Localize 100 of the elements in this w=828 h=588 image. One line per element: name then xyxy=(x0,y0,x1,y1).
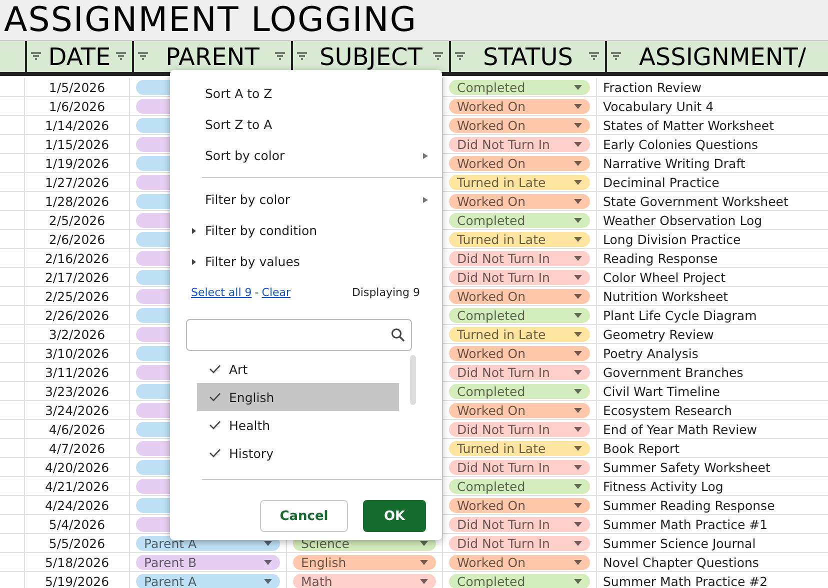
filter-icon[interactable] xyxy=(589,52,599,60)
separator-text: - xyxy=(254,286,259,298)
assignment-cell: State Government Worksheet xyxy=(603,194,788,208)
parent-chip[interactable]: Parent B xyxy=(136,554,280,570)
caret-icon xyxy=(574,274,582,280)
status-chip[interactable]: Did Not Turn In xyxy=(449,536,590,550)
caret-icon xyxy=(264,560,272,564)
date-cell: 5/5/2026 xyxy=(48,536,106,550)
menu-item[interactable]: Filter by condition xyxy=(170,215,442,246)
menu-item[interactable]: Filter by color xyxy=(170,184,442,215)
status-chip[interactable]: Completed xyxy=(449,212,590,228)
date-cell: 1/14/2026 xyxy=(44,118,110,132)
submenu-arrow-icon xyxy=(423,152,428,160)
filter-icon[interactable] xyxy=(138,52,148,60)
filter-icon[interactable] xyxy=(611,52,621,60)
assignment-cell: Novel Chapter Questions xyxy=(603,554,759,570)
cancel-button[interactable]: Cancel xyxy=(260,500,348,532)
caret-icon xyxy=(574,122,582,128)
caret-icon xyxy=(574,540,582,546)
assignment-cell: Deciminal Practice xyxy=(603,174,720,190)
status-chip[interactable]: Completed xyxy=(449,384,590,398)
status-chip[interactable]: Did Not Turn In xyxy=(449,364,590,380)
filter-value-item[interactable]: History xyxy=(197,439,399,467)
date-cell: 5/18/2026 xyxy=(44,554,110,570)
ok-button[interactable]: OK xyxy=(363,500,426,532)
subject-chip[interactable]: English xyxy=(293,554,436,570)
status-chip[interactable]: Did Not Turn In xyxy=(449,136,590,152)
status-chip[interactable]: Worked On xyxy=(449,402,590,418)
status-chip[interactable]: Worked On xyxy=(449,498,590,512)
filter-icon[interactable] xyxy=(275,52,285,60)
date-cell: 3/10/2026 xyxy=(44,346,110,360)
status-chip[interactable]: Worked On xyxy=(449,156,590,170)
caret-icon xyxy=(574,332,582,336)
assignment-cell: Long Division Practice xyxy=(603,232,741,246)
assignment-cell: Summer Reading Response xyxy=(603,498,775,512)
filter-icon[interactable] xyxy=(433,52,443,60)
caret-icon xyxy=(574,426,582,432)
parent-chip[interactable]: Parent A xyxy=(136,574,280,588)
date-cell: 5/4/2026 xyxy=(48,516,106,532)
filter-icon[interactable] xyxy=(297,52,307,60)
assignment-cell: Weather Observation Log xyxy=(603,212,762,228)
search-field[interactable] xyxy=(186,319,412,351)
caret-icon xyxy=(574,236,582,242)
date-cell: 2/6/2026 xyxy=(48,232,106,246)
scrollbar[interactable] xyxy=(410,355,416,405)
expand-icon xyxy=(192,258,197,266)
status-chip[interactable]: Completed xyxy=(449,80,590,94)
filter-value-item[interactable]: Health xyxy=(197,411,399,439)
date-cell: 4/20/2026 xyxy=(44,460,110,474)
assignment-cell: Vocabulary Unit 4 xyxy=(603,98,714,114)
menu-item[interactable]: Sort A to Z xyxy=(170,78,442,109)
assignment-cell: Summer Math Practice #1 xyxy=(603,516,768,532)
caret-icon xyxy=(574,484,582,488)
status-chip[interactable]: Turned in Late xyxy=(449,174,590,190)
status-chip[interactable]: Turned in Late xyxy=(449,326,590,342)
caret-icon xyxy=(574,160,582,166)
caret-icon xyxy=(574,256,582,260)
caret-icon xyxy=(420,560,428,564)
status-chip[interactable]: Worked On xyxy=(449,194,590,208)
status-chip[interactable]: Completed xyxy=(449,478,590,494)
filter-value-item[interactable]: English xyxy=(197,383,399,411)
date-cell: 2/17/2026 xyxy=(44,270,110,284)
assignment-cell: Summer Math Practice #2 xyxy=(603,574,768,588)
filter-value-item[interactable]: Art xyxy=(197,355,399,383)
status-chip[interactable]: Did Not Turn In xyxy=(449,516,590,532)
status-chip[interactable]: Did Not Turn In xyxy=(449,460,590,474)
caret-icon xyxy=(574,502,582,508)
select-all-link[interactable]: Select all 9 xyxy=(191,286,252,298)
filter-icon[interactable] xyxy=(455,52,465,60)
assignment-cell: Fraction Review xyxy=(603,80,702,94)
submenu-arrow-icon xyxy=(423,196,428,204)
menu-item[interactable]: Sort Z to A xyxy=(170,109,442,140)
status-chip[interactable]: Worked On xyxy=(449,346,590,360)
assignment-cell: States of Matter Worksheet xyxy=(603,118,774,132)
status-chip[interactable]: Turned in Late xyxy=(449,232,590,246)
status-chip[interactable]: Worked On xyxy=(449,98,590,114)
assignment-cell: Civil Wart Timeline xyxy=(603,384,720,398)
filter-icon[interactable] xyxy=(116,52,126,60)
status-chip[interactable]: Did Not Turn In xyxy=(449,270,590,284)
status-chip[interactable]: Did Not Turn In xyxy=(449,250,590,266)
caret-icon xyxy=(574,388,582,394)
status-chip[interactable]: Worked On xyxy=(449,288,590,304)
date-cell: 4/24/2026 xyxy=(44,498,110,512)
date-cell: 1/27/2026 xyxy=(44,174,110,190)
status-chip[interactable]: Completed xyxy=(449,574,590,588)
caret-icon xyxy=(574,180,582,184)
menu-item[interactable]: Filter by values xyxy=(170,246,442,277)
status-chip[interactable]: Worked On xyxy=(449,554,590,570)
caret-icon xyxy=(574,312,582,318)
assignment-cell: Summer Science Journal xyxy=(603,536,756,550)
assignment-cell: Color Wheel Project xyxy=(603,270,726,284)
status-chip[interactable]: Worked On xyxy=(449,118,590,132)
subject-chip[interactable]: Math xyxy=(293,574,436,588)
status-chip[interactable]: Completed xyxy=(449,308,590,322)
status-chip[interactable]: Did Not Turn In xyxy=(449,422,590,436)
clear-link[interactable]: Clear xyxy=(262,286,291,298)
status-chip[interactable]: Turned in Late xyxy=(449,440,590,456)
menu-item[interactable]: Sort by color xyxy=(170,140,442,171)
filter-icon[interactable] xyxy=(31,52,41,60)
caret-icon xyxy=(264,578,272,584)
